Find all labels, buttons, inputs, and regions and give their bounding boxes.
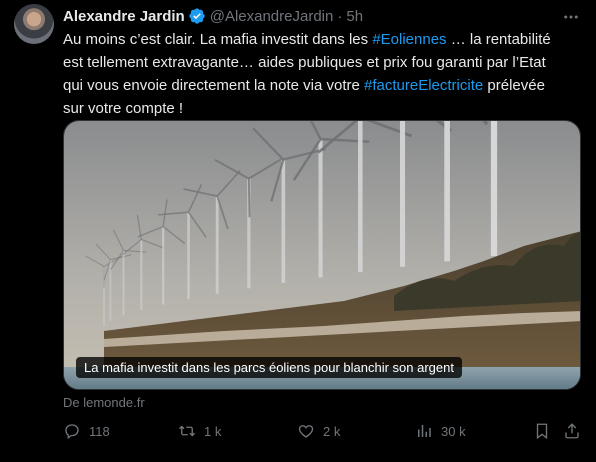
wind-farm-photo bbox=[64, 121, 580, 389]
turbine-tower bbox=[122, 250, 125, 316]
turbine-tower bbox=[444, 121, 450, 262]
share-icon bbox=[565, 423, 579, 439]
timestamp[interactable]: 5h bbox=[346, 8, 363, 25]
author-handle[interactable]: @AlexandreJardin bbox=[210, 8, 334, 25]
like-count: 2 k bbox=[323, 423, 341, 439]
tweet[interactable]: Alexandre Jardin @AlexandreJardin · 5h A… bbox=[0, 0, 596, 462]
link-card-image[interactable]: La mafia investit dans les parcs éoliens… bbox=[63, 120, 581, 390]
text-segment: prélevée bbox=[483, 77, 545, 94]
tweet-line-2: est tellement extravagante… aides publiq… bbox=[63, 54, 546, 71]
views-count: 30 k bbox=[441, 423, 466, 439]
share-button[interactable] bbox=[563, 422, 581, 440]
turbine-tower bbox=[162, 226, 165, 305]
repost-icon bbox=[179, 425, 195, 437]
bookmark-button[interactable] bbox=[533, 422, 551, 440]
tweet-text: Au moins c’est clair. La mafia investit … bbox=[63, 28, 583, 120]
text-segment: qui vous envoie directement la note via … bbox=[63, 77, 365, 94]
tweet-line-4: sur votre compte ! bbox=[63, 100, 184, 117]
repost-count: 1 k bbox=[204, 423, 222, 439]
turbine-tower bbox=[358, 121, 363, 273]
separator: · bbox=[337, 7, 343, 25]
turbine-blade bbox=[247, 178, 251, 218]
text-segment: … la rentabilité bbox=[446, 31, 551, 48]
turbine-tower bbox=[399, 121, 406, 267]
hashtag-eoliennes[interactable]: #Eoliennes bbox=[372, 31, 446, 48]
tweet-line-1: Au moins c’est clair. La mafia investit … bbox=[63, 28, 583, 51]
like-button[interactable]: 2 k bbox=[297, 422, 340, 440]
views-button[interactable]: 30 k bbox=[415, 422, 466, 440]
turbine-tower bbox=[215, 196, 219, 294]
action-bar: 118 1 k 2 k 30 k bbox=[63, 422, 583, 444]
verified-badge-icon bbox=[188, 7, 206, 25]
author-name[interactable]: Alexandre Jardin bbox=[63, 8, 185, 25]
turbine-tower bbox=[187, 212, 190, 300]
card-source[interactable]: De lemonde.fr bbox=[63, 395, 145, 410]
more-icon[interactable] bbox=[562, 8, 580, 26]
text-segment: Au moins c’est clair. La mafia investit … bbox=[63, 31, 373, 48]
turbine-tower bbox=[140, 239, 143, 310]
turbine-tower bbox=[318, 139, 323, 278]
avatar[interactable] bbox=[14, 4, 54, 44]
repost-button[interactable]: 1 k bbox=[178, 422, 221, 440]
card-caption: La mafia investit dans les parcs éoliens… bbox=[76, 357, 462, 378]
reply-count: 118 bbox=[89, 423, 110, 439]
turbine-tower bbox=[281, 159, 286, 283]
like-icon bbox=[298, 425, 314, 438]
turbine-tower bbox=[490, 121, 498, 256]
reply-icon bbox=[65, 424, 79, 440]
tweet-line-3: qui vous envoie directement la note via … bbox=[63, 74, 583, 97]
tweet-header: Alexandre Jardin @AlexandreJardin · 5h bbox=[63, 6, 363, 26]
reply-button[interactable]: 118 bbox=[63, 422, 110, 440]
bookmark-icon bbox=[536, 423, 548, 440]
hashtag-facture-electricite[interactable]: #factureElectricite bbox=[364, 77, 483, 94]
views-icon bbox=[418, 425, 431, 437]
